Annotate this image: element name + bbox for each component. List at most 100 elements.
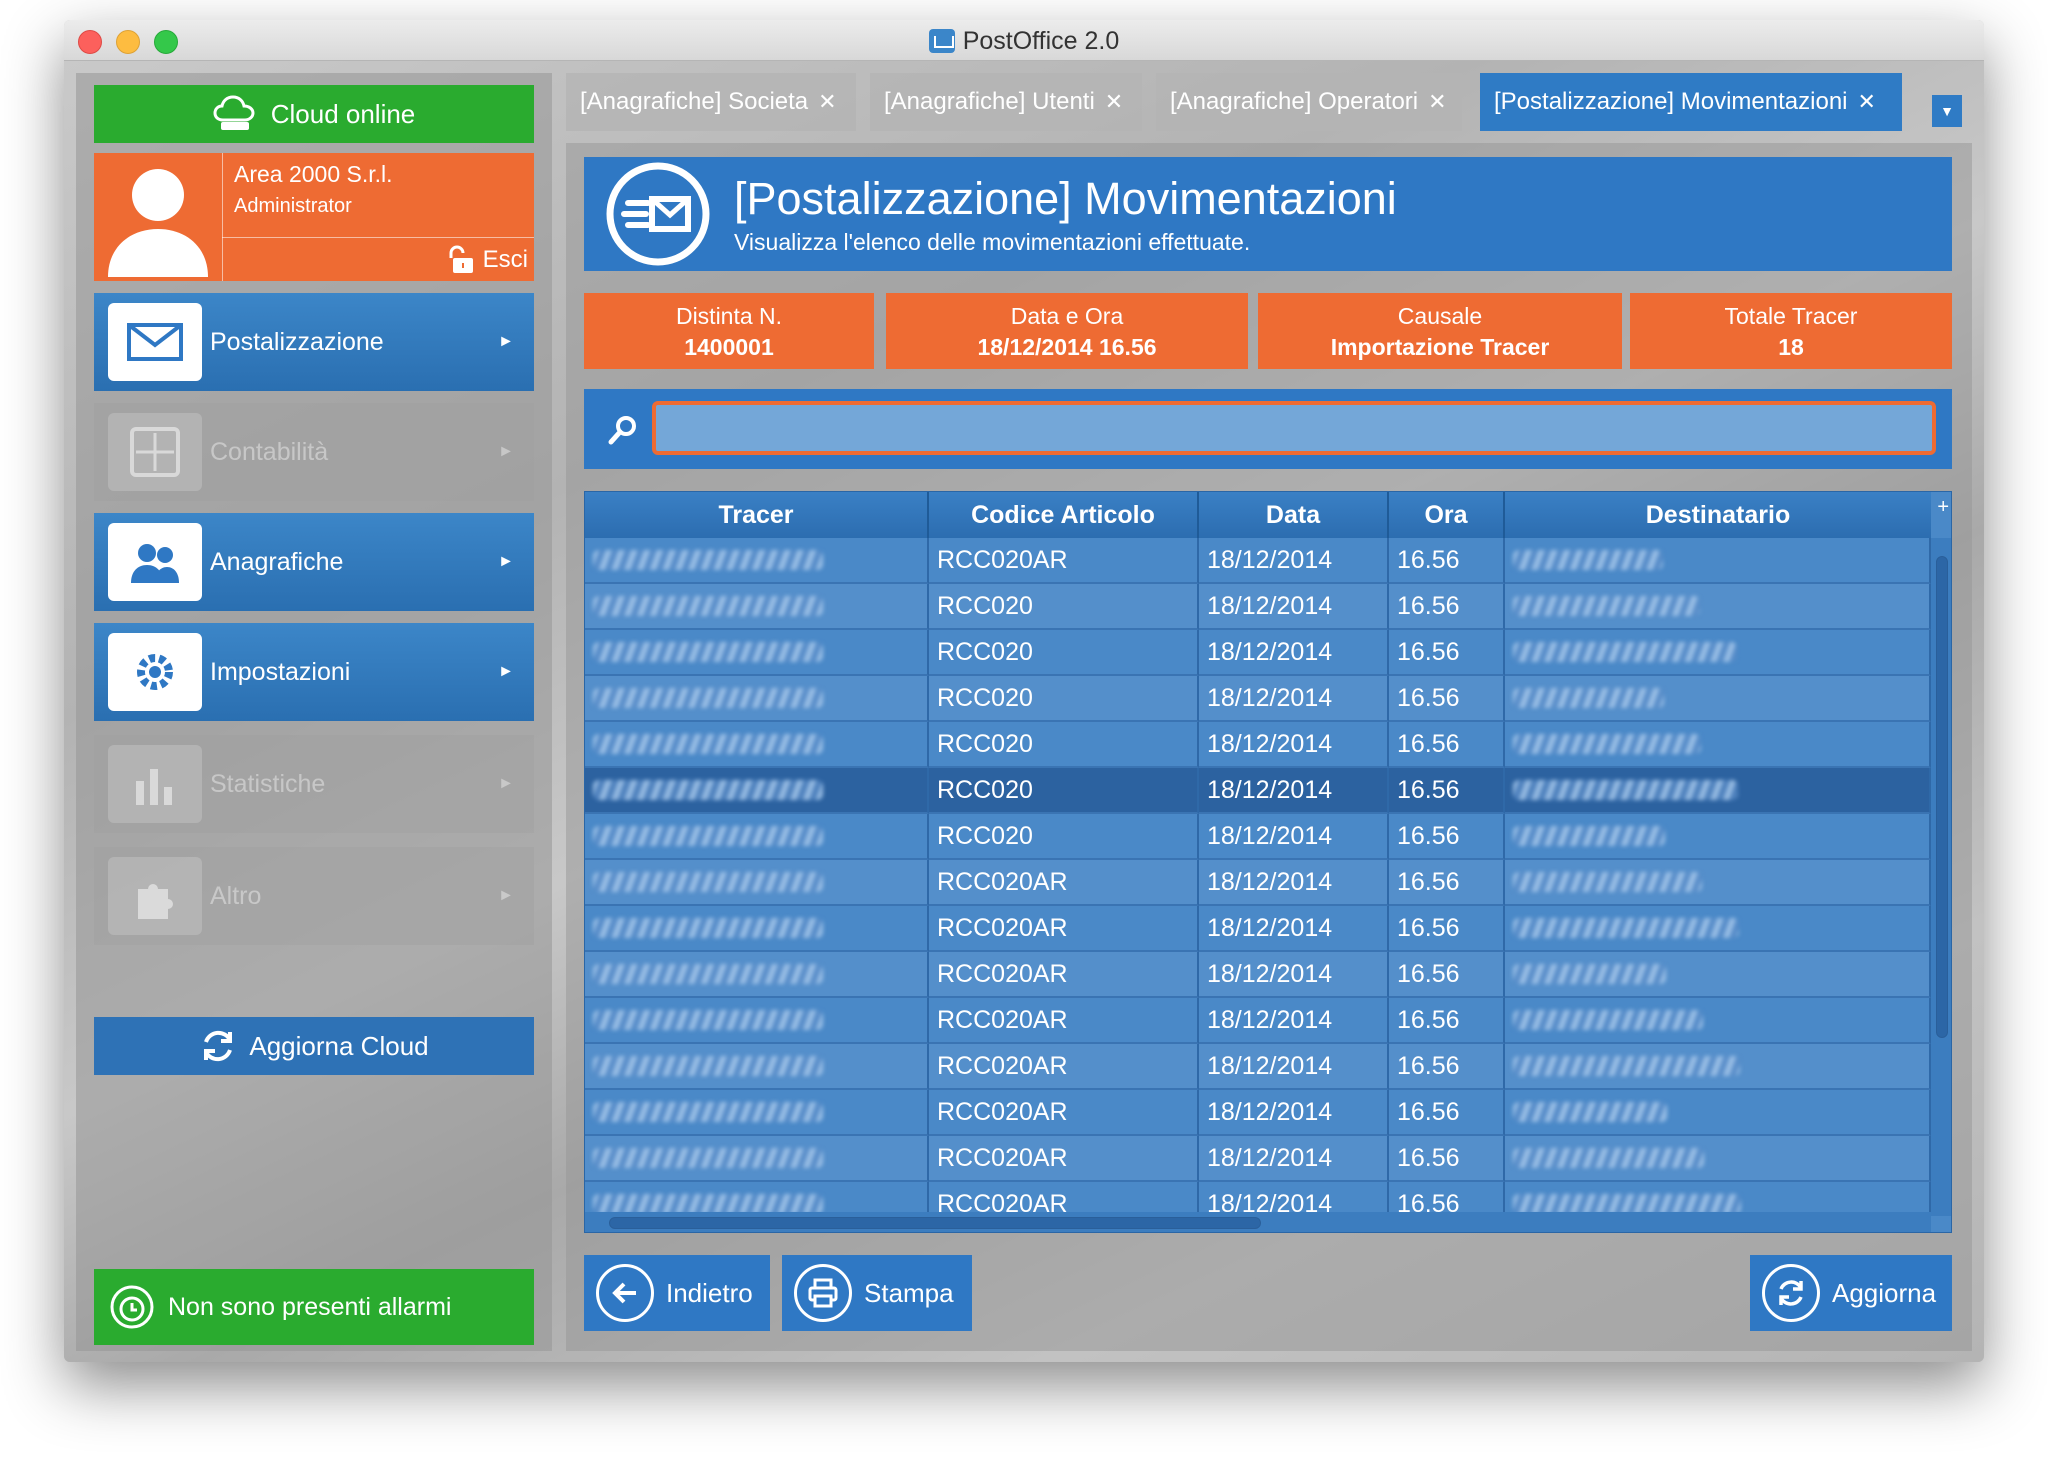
- cell-codice-articolo: RCC020: [929, 630, 1199, 676]
- cell-destinatario: [1505, 998, 1931, 1044]
- cell-tracer: [585, 906, 929, 952]
- cell-destinatario: [1505, 860, 1931, 906]
- info-value: Importazione Tracer: [1330, 334, 1550, 360]
- info-label: Totale Tracer: [1724, 303, 1858, 329]
- print-button[interactable]: Stampa: [782, 1255, 972, 1331]
- cell-destinatario: [1505, 630, 1931, 676]
- cell-data: 18/12/2014: [1199, 952, 1389, 998]
- column-header-destinatario[interactable]: Destinatario: [1505, 492, 1931, 538]
- tab-anagrafiche-utenti[interactable]: [Anagrafiche] Utenti ✕: [870, 73, 1142, 131]
- column-header-data[interactable]: Data: [1199, 492, 1389, 538]
- cell-tracer: [585, 676, 929, 722]
- redacted-text: [1513, 1194, 1741, 1214]
- column-header-codice-articolo[interactable]: Codice Articolo: [929, 492, 1199, 538]
- window-title: PostOffice 2.0: [64, 27, 1984, 56]
- sidebar-item-label: Impostazioni: [210, 657, 351, 686]
- tab-anagrafiche-operatori[interactable]: [Anagrafiche] Operatori ✕: [1156, 73, 1462, 131]
- back-button[interactable]: Indietro: [584, 1255, 770, 1331]
- close-icon[interactable]: ✕: [1105, 89, 1123, 115]
- close-icon[interactable]: ✕: [818, 89, 836, 115]
- table-row[interactable]: RCC020AR 18/12/2014 16.56: [585, 906, 1931, 952]
- app-icon: [928, 29, 955, 53]
- add-column-icon[interactable]: +: [1937, 496, 1949, 519]
- refresh-button[interactable]: Aggiorna: [1750, 1255, 1952, 1331]
- sidebar-item-postalizzazione[interactable]: Postalizzazione ►: [94, 293, 534, 391]
- cell-tracer: [585, 998, 929, 1044]
- sidebar-item-contabilita[interactable]: Contabilità ►: [94, 403, 534, 501]
- table-row[interactable]: RCC020 18/12/2014 16.56: [585, 584, 1931, 630]
- redacted-text: [593, 918, 823, 938]
- close-icon[interactable]: ✕: [1858, 89, 1876, 115]
- refresh-icon: [1762, 1264, 1820, 1322]
- cell-tracer: [585, 1136, 929, 1182]
- tab-menu-button[interactable]: ▼: [1932, 95, 1962, 127]
- arrow-left-icon: [596, 1264, 654, 1322]
- page-subtitle: Visualizza l'elenco delle movimentazioni…: [734, 229, 1251, 255]
- sidebar-item-altro[interactable]: Altro ►: [94, 847, 534, 945]
- sidebar: Cloud online Area 2000 S.r.l. Administra…: [76, 73, 552, 1351]
- column-header-ora[interactable]: Ora: [1389, 492, 1505, 538]
- table-row[interactable]: RCC020 18/12/2014 16.56: [585, 814, 1931, 860]
- refresh-cloud-button[interactable]: Aggiorna Cloud: [94, 1017, 534, 1075]
- cell-ora: 16.56: [1389, 630, 1505, 676]
- cell-data: 18/12/2014: [1199, 860, 1389, 906]
- tab-label: [Anagrafiche] Societa: [580, 88, 809, 115]
- cell-tracer: [585, 722, 929, 768]
- cell-destinatario: [1505, 538, 1931, 584]
- sidebar-item-impostazioni[interactable]: Impostazioni ►: [94, 623, 534, 721]
- redacted-text: [593, 642, 823, 662]
- table-row[interactable]: RCC020 18/12/2014 16.56: [585, 768, 1931, 814]
- sidebar-item-statistiche[interactable]: Statistiche ►: [94, 735, 534, 833]
- mail-send-icon: [606, 162, 710, 266]
- close-icon[interactable]: ✕: [1428, 89, 1446, 115]
- tab-postalizzazione-movimentazioni[interactable]: [Postalizzazione] Movimentazioni ✕: [1480, 73, 1902, 131]
- redacted-text: [1513, 826, 1665, 846]
- cell-destinatario: [1505, 722, 1931, 768]
- table-header: Tracer Codice Articolo Data Ora Destinat…: [585, 492, 1931, 538]
- alarm-status[interactable]: Non sono presenti allarmi: [94, 1269, 534, 1345]
- redacted-text: [593, 550, 823, 570]
- refresh-label: Aggiorna: [1832, 1277, 1937, 1308]
- avatar: [108, 169, 208, 277]
- vertical-scroll-thumb[interactable]: [1936, 556, 1948, 1038]
- table-row[interactable]: RCC020AR 18/12/2014 16.56: [585, 1090, 1931, 1136]
- page-title: [Postalizzazione] Movimentazioni: [734, 173, 1397, 224]
- cell-codice-articolo: RCC020AR: [929, 1044, 1199, 1090]
- cell-data: 18/12/2014: [1199, 538, 1389, 584]
- cell-destinatario: [1505, 1090, 1931, 1136]
- cell-codice-articolo: RCC020AR: [929, 998, 1199, 1044]
- table-row[interactable]: RCC020AR 18/12/2014 16.56: [585, 538, 1931, 584]
- cell-codice-articolo: RCC020AR: [929, 952, 1199, 998]
- tab-anagrafiche-societa[interactable]: [Anagrafiche] Societa ✕: [566, 73, 856, 131]
- sidebar-item-anagrafiche[interactable]: Anagrafiche ►: [94, 513, 534, 611]
- redacted-text: [593, 872, 823, 892]
- info-value: 18/12/2014 16.56: [977, 334, 1157, 360]
- cell-ora: 16.56: [1389, 584, 1505, 630]
- column-header-tracer[interactable]: Tracer: [585, 492, 929, 538]
- app-window: PostOffice 2.0 Cloud online Area 2000 S.…: [64, 20, 1984, 1362]
- info-totale-tracer: Totale Tracer 18: [1630, 293, 1952, 369]
- redacted-text: [1513, 780, 1738, 800]
- cloud-status[interactable]: Cloud online: [94, 85, 534, 143]
- table-row[interactable]: RCC020AR 18/12/2014 16.56: [585, 1044, 1931, 1090]
- vertical-scrollbar[interactable]: [1931, 538, 1951, 1216]
- search-icon: [608, 416, 636, 445]
- horizontal-scroll-thumb[interactable]: [609, 1217, 1261, 1229]
- table-row[interactable]: RCC020 18/12/2014 16.56: [585, 676, 1931, 722]
- table-row[interactable]: RCC020 18/12/2014 16.56: [585, 722, 1931, 768]
- redacted-text: [1513, 1102, 1667, 1122]
- search-input[interactable]: [652, 401, 1936, 455]
- horizontal-scrollbar[interactable]: [585, 1212, 1931, 1232]
- cell-tracer: [585, 584, 929, 630]
- table-row[interactable]: RCC020AR 18/12/2014 16.56: [585, 1136, 1931, 1182]
- table-row[interactable]: RCC020AR 18/12/2014 16.56: [585, 998, 1931, 1044]
- table-row[interactable]: RCC020AR 18/12/2014 16.56: [585, 952, 1931, 998]
- cell-destinatario: [1505, 1044, 1931, 1090]
- sidebar-item-label: Contabilità: [210, 437, 329, 466]
- logout-button[interactable]: Esci: [445, 245, 528, 275]
- cell-tracer: [585, 814, 929, 860]
- table-row[interactable]: RCC020AR 18/12/2014 16.56: [585, 860, 1931, 906]
- cell-ora: 16.56: [1389, 676, 1505, 722]
- table-row[interactable]: RCC020 18/12/2014 16.56: [585, 630, 1931, 676]
- cell-ora: 16.56: [1389, 722, 1505, 768]
